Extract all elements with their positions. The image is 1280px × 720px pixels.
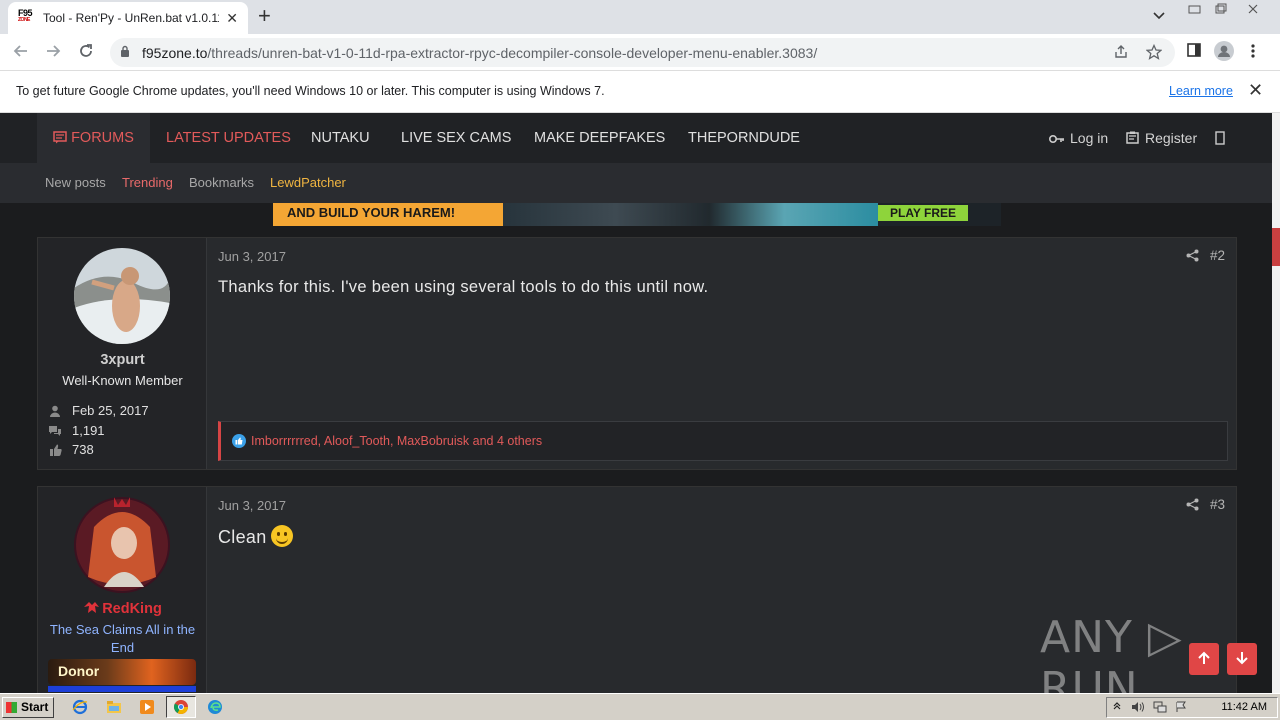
new-tab-button[interactable]: + [258, 5, 271, 27]
login-link[interactable]: Log in [1048, 113, 1108, 164]
media-player-taskbar-icon[interactable] [139, 699, 155, 715]
donor-badge: Donor [48, 659, 196, 685]
system-tray: 11:42 AM [1106, 697, 1278, 718]
edge-taskbar-icon[interactable] [207, 699, 223, 715]
post-user-pane: RedKing The Sea Claims All in the End Do… [38, 487, 207, 700]
post-2: 3xpurt Well-Known Member Feb 25, 2017 1,… [37, 237, 1237, 470]
post-username[interactable]: RedKing [38, 601, 207, 618]
address-bar[interactable]: f95zone.to/threads/unren-bat-v1-0-11d-rp… [110, 38, 1175, 67]
register-icon [1126, 114, 1139, 164]
nav-forums[interactable]: FORUMS [37, 113, 150, 163]
windows-taskbar: Start 11:42 AM [0, 693, 1280, 720]
post-body: Clean [218, 525, 293, 548]
post-number[interactable]: #3 [1210, 497, 1225, 512]
nav-theporndude[interactable]: THEPORNDUDE [688, 113, 800, 163]
banner-play-free[interactable]: PLAY FREE [878, 205, 969, 221]
tab-title: Tool - Ren'Py - UnRen.bat v1.0.11d [43, 11, 219, 25]
sub-navigation: New posts Trending Bookmarks LewdPatcher [0, 163, 1272, 203]
share-icon[interactable] [1186, 498, 1199, 514]
site-navigation: FORUMS LATEST UPDATES NUTAKU LIVE SEX CA… [0, 113, 1272, 163]
start-button[interactable]: Start [2, 697, 54, 718]
banner-artwork [503, 203, 878, 226]
infobar-close-icon[interactable]: ✕ [1248, 80, 1263, 101]
post-body: Thanks for this. I've been using several… [218, 278, 709, 296]
share-icon[interactable] [1186, 249, 1199, 265]
post-username[interactable]: 3xpurt [38, 352, 207, 368]
banner-left-panel: AND BUILD YOUR HAREM! [273, 203, 503, 226]
ie-taskbar-icon[interactable] [72, 699, 88, 715]
post-date[interactable]: Jun 3, 2017 [218, 249, 286, 264]
browser-toolbar: f95zone.to/threads/unren-bat-v1-0-11d-rp… [0, 34, 1280, 71]
volume-icon[interactable] [1131, 701, 1145, 716]
thumbs-up-icon [48, 444, 62, 456]
site-favicon-icon: F95 ZONE [18, 8, 33, 23]
explorer-taskbar-icon[interactable] [106, 699, 122, 715]
reload-icon[interactable] [77, 42, 95, 65]
donor-badge-underline [48, 686, 196, 692]
subnav-new-posts[interactable]: New posts [45, 163, 106, 203]
key-icon [1048, 114, 1065, 164]
stat-joined: Feb 25, 2017 [48, 403, 149, 418]
post-number[interactable]: #2 [1210, 248, 1225, 263]
rank-crest-icon [83, 601, 100, 618]
avatar[interactable] [74, 497, 170, 593]
tray-expand-icon[interactable] [1113, 701, 1121, 714]
tab-close-icon[interactable]: ✕ [226, 10, 238, 27]
user-icon [48, 405, 62, 417]
taskbar-clock[interactable]: 11:42 AM [1221, 701, 1267, 713]
subnav-lewdpatcher[interactable]: LewdPatcher [270, 163, 346, 203]
lock-icon[interactable] [120, 45, 130, 57]
window-restore-button[interactable] [1210, 3, 1232, 17]
forums-icon [53, 115, 67, 165]
page-scrollbar[interactable] [1272, 113, 1280, 693]
reactions-bar[interactable]: Imborrrrrred, Aloof_Tooth, MaxBobruisk a… [218, 421, 1228, 461]
nav-deepfakes[interactable]: MAKE DEEPFAKES [534, 113, 665, 163]
post-user-title: Well-Known Member [62, 373, 183, 388]
register-link[interactable]: Register [1126, 113, 1197, 163]
action-center-flag-icon[interactable] [1175, 701, 1187, 716]
reactions-list[interactable]: Imborrrrrred, Aloof_Tooth, MaxBobruisk a… [251, 434, 542, 448]
subnav-trending[interactable]: Trending [122, 163, 173, 203]
advertisement-banner[interactable]: AND BUILD YOUR HAREM! PLAY FREE [273, 203, 1001, 226]
url-text[interactable]: f95zone.to/threads/unren-bat-v1-0-11d-rp… [142, 45, 817, 61]
browser-tab-strip: F95 ZONE Tool - Ren'Py - UnRen.bat v1.0.1… [0, 0, 1280, 34]
share-page-icon[interactable] [1113, 44, 1129, 64]
infobar-message: To get future Google Chrome updates, you… [16, 84, 605, 98]
chrome-update-infobar: To get future Google Chrome updates, you… [0, 71, 1280, 113]
bookmark-star-icon[interactable] [1145, 43, 1163, 64]
like-reaction-icon [232, 434, 246, 448]
scroll-to-top-button[interactable] [1189, 643, 1219, 675]
smiley-emoji-icon [270, 525, 293, 547]
search-toggle-icon[interactable] [1215, 113, 1225, 163]
stat-messages: 1,191 [48, 423, 105, 438]
back-arrow-icon[interactable] [12, 42, 30, 65]
chrome-taskbar-button[interactable] [166, 696, 196, 718]
nav-live-cams[interactable]: LIVE SEX CAMS [401, 113, 511, 163]
side-panel-icon[interactable] [1186, 42, 1202, 62]
subnav-bookmarks[interactable]: Bookmarks [189, 163, 254, 203]
browser-tab-active[interactable]: F95 ZONE Tool - Ren'Py - UnRen.bat v1.0.1… [8, 2, 248, 34]
messages-icon [48, 425, 62, 437]
stat-reactions: 738 [48, 442, 94, 457]
nav-nutaku[interactable]: NUTAKU [311, 113, 370, 163]
chrome-menu-icon[interactable] [1250, 43, 1256, 63]
window-close-button[interactable] [1242, 3, 1264, 17]
avatar[interactable] [74, 248, 170, 344]
nav-latest-updates[interactable]: LATEST UPDATES [166, 113, 291, 163]
post-user-pane: 3xpurt Well-Known Member Feb 25, 2017 1,… [38, 238, 207, 469]
forward-arrow-icon[interactable] [44, 42, 62, 65]
post-date[interactable]: Jun 3, 2017 [218, 498, 286, 513]
window-minimize-button[interactable] [1184, 3, 1206, 17]
scrollbar-thumb[interactable] [1272, 228, 1280, 266]
profile-avatar-icon[interactable] [1214, 41, 1234, 65]
learn-more-link[interactable]: Learn more [1169, 84, 1233, 98]
banner-right-panel: PLAY FREE [878, 203, 1001, 226]
post-user-title: The Sea Claims All in the End [49, 622, 196, 655]
tab-search-chevron-icon[interactable] [1153, 9, 1165, 23]
scroll-to-bottom-button[interactable] [1227, 643, 1257, 675]
network-icon[interactable] [1153, 701, 1167, 716]
